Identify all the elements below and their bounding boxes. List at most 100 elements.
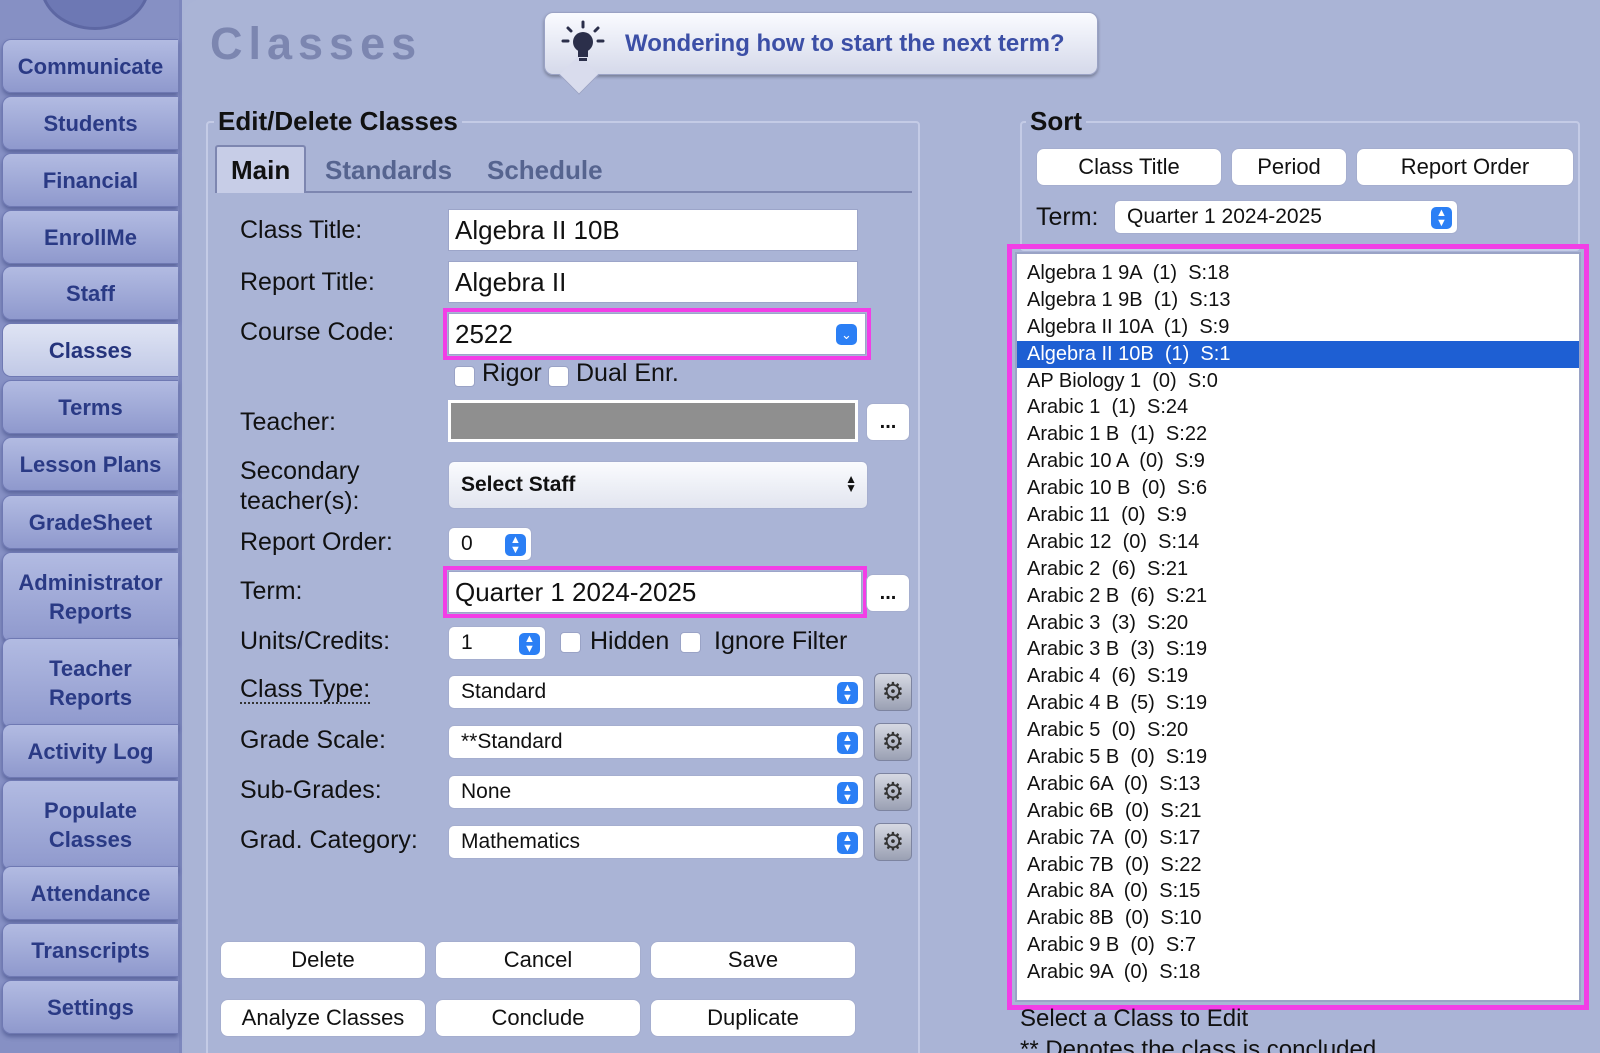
sidebar-item-classes[interactable]: Classes bbox=[2, 323, 178, 377]
list-item[interactable]: Arabic 10 B (0) S:6 bbox=[1017, 475, 1579, 502]
sidebar-item-populate-classes[interactable]: Populate Classes bbox=[2, 780, 178, 870]
list-item[interactable]: Arabic 7B (0) S:22 bbox=[1017, 852, 1579, 879]
class-type-label[interactable]: Class Type: bbox=[240, 676, 371, 704]
footer-hint: Select a Class to Edit bbox=[1020, 1005, 1249, 1032]
cancel-button[interactable]: Cancel bbox=[435, 941, 641, 979]
gear-icon[interactable]: ⚙ bbox=[874, 823, 912, 861]
list-item[interactable]: Arabic 7A (0) S:17 bbox=[1017, 825, 1579, 852]
sidebar-item-activity-log[interactable]: Activity Log bbox=[2, 724, 178, 778]
stepper-icon: ▲ ▼ bbox=[1431, 207, 1452, 229]
gear-icon[interactable]: ⚙ bbox=[874, 723, 912, 761]
list-item[interactable]: Arabic 8A (0) S:15 bbox=[1017, 878, 1579, 905]
tab-schedule[interactable]: Schedule bbox=[487, 147, 603, 193]
course-code-value: 2522 bbox=[455, 318, 513, 349]
sidebar-item-terms[interactable]: Terms bbox=[2, 380, 178, 434]
list-item[interactable]: Algebra II 10A (1) S:9 bbox=[1017, 314, 1579, 341]
sidebar-item-gradesheet[interactable]: GradeSheet bbox=[2, 495, 178, 549]
sidebar-item-attendance[interactable]: Attendance bbox=[2, 866, 178, 920]
sidebar-item-administrator-reports[interactable]: Administrator Reports bbox=[2, 552, 178, 642]
list-item[interactable]: Arabic 9A (0) S:18 bbox=[1017, 959, 1579, 986]
conclude-button[interactable]: Conclude bbox=[435, 999, 641, 1037]
units-label: Units/Credits: bbox=[240, 627, 391, 655]
gear-icon[interactable]: ⚙ bbox=[874, 773, 912, 811]
rigor-label: Rigor bbox=[482, 359, 542, 387]
analyze-classes-button[interactable]: Analyze Classes bbox=[220, 999, 426, 1037]
class-title-input[interactable]: Algebra II 10B bbox=[448, 209, 858, 251]
footer-note: ** Denotes the class is concluded bbox=[1020, 1036, 1377, 1053]
gear-icon[interactable]: ⚙ bbox=[874, 673, 912, 711]
list-item[interactable]: Arabic 2 B (6) S:21 bbox=[1017, 583, 1579, 610]
units-select[interactable]: 1 ▲ ▼ bbox=[448, 626, 546, 660]
list-item[interactable]: Arabic 6A (0) S:13 bbox=[1017, 771, 1579, 798]
term-picker-button[interactable]: ... bbox=[866, 574, 910, 612]
list-item[interactable]: Arabic 3 (3) S:20 bbox=[1017, 610, 1579, 637]
grad-category-select[interactable]: Mathematics ▲ ▼ bbox=[448, 825, 864, 859]
list-item[interactable]: Arabic 1 B (1) S:22 bbox=[1017, 421, 1579, 448]
sidebar-item-teacher-reports[interactable]: Teacher Reports bbox=[2, 638, 178, 728]
class-type-value: Standard bbox=[461, 680, 547, 703]
sidebar-item-transcripts[interactable]: Transcripts bbox=[2, 923, 178, 977]
tab-main[interactable]: Main bbox=[215, 145, 307, 193]
chevron-down-icon: ⌄ bbox=[836, 324, 857, 345]
list-item[interactable]: Algebra 1 9A (1) S:18 bbox=[1017, 260, 1579, 287]
term-field[interactable]: Quarter 1 2024-2025 bbox=[443, 566, 867, 618]
sidebar-item-settings[interactable]: Settings bbox=[2, 980, 178, 1034]
list-item[interactable]: Arabic 12 (0) S:14 bbox=[1017, 529, 1579, 556]
list-item[interactable]: Arabic 10 A (0) S:9 bbox=[1017, 448, 1579, 475]
tab-standards[interactable]: Standards bbox=[325, 147, 452, 193]
list-item[interactable]: Arabic 9 B (0) S:7 bbox=[1017, 932, 1579, 959]
page-title: Classes bbox=[210, 18, 423, 69]
class-title-label: Class Title: bbox=[240, 216, 363, 244]
list-item[interactable]: Arabic 5 (0) S:20 bbox=[1017, 717, 1579, 744]
sort-term-value: Quarter 1 2024-2025 bbox=[1127, 205, 1322, 228]
sidebar-item-financial[interactable]: Financial bbox=[2, 153, 178, 207]
stepper-icon: ▲ ▼ bbox=[837, 832, 858, 854]
ignore-filter-checkbox[interactable] bbox=[680, 632, 701, 653]
grade-scale-select[interactable]: **Standard ▲ ▼ bbox=[448, 725, 864, 759]
teacher-label: Teacher: bbox=[240, 408, 336, 436]
secondary-teacher-value: Select Staff bbox=[461, 473, 576, 496]
updown-icon: ▲ ▼ bbox=[845, 472, 857, 495]
list-item[interactable]: Algebra II 10B (1) S:1 bbox=[1017, 340, 1579, 368]
sort-period-button[interactable]: Period bbox=[1231, 148, 1347, 186]
course-code-select[interactable]: 2522 ⌄ bbox=[443, 308, 871, 360]
teacher-field[interactable] bbox=[448, 400, 858, 442]
duplicate-button[interactable]: Duplicate bbox=[650, 999, 856, 1037]
sidebar-item-enrollme[interactable]: EnrollMe bbox=[2, 210, 178, 264]
sidebar-item-lesson-plans[interactable]: Lesson Plans bbox=[2, 437, 178, 491]
list-item[interactable]: Arabic 6B (0) S:21 bbox=[1017, 798, 1579, 825]
list-item[interactable]: Arabic 2 (6) S:21 bbox=[1017, 556, 1579, 583]
save-button[interactable]: Save bbox=[650, 941, 856, 979]
sort-class-title-button[interactable]: Class Title bbox=[1036, 148, 1222, 186]
sort-term-select[interactable]: Quarter 1 2024-2025 ▲ ▼ bbox=[1114, 200, 1458, 234]
list-item[interactable]: Arabic 11 (0) S:9 bbox=[1017, 502, 1579, 529]
hidden-checkbox[interactable] bbox=[560, 632, 581, 653]
report-order-select[interactable]: 0 ▲ ▼ bbox=[448, 527, 532, 561]
list-item[interactable]: Arabic 3 B (3) S:19 bbox=[1017, 636, 1579, 663]
sidebar-item-staff[interactable]: Staff bbox=[2, 266, 178, 320]
sub-grades-select[interactable]: None ▲ ▼ bbox=[448, 775, 864, 809]
teacher-picker-button[interactable]: ... bbox=[866, 403, 910, 441]
sidebar-item-students[interactable]: Students bbox=[2, 96, 178, 150]
list-item[interactable]: Algebra 1 9B (1) S:13 bbox=[1017, 287, 1579, 314]
stepper-icon: ▲ ▼ bbox=[837, 682, 858, 704]
list-item[interactable]: Arabic 5 B (0) S:19 bbox=[1017, 744, 1579, 771]
report-title-input[interactable]: Algebra II bbox=[448, 261, 858, 303]
list-item[interactable]: AP Biology 1 (0) S:0 bbox=[1017, 368, 1579, 395]
sort-report-order-button[interactable]: Report Order bbox=[1356, 148, 1574, 186]
sidebar-item-communicate[interactable]: Communicate bbox=[2, 39, 178, 93]
edit-legend: Edit/Delete Classes bbox=[214, 106, 462, 137]
lightbulb-icon bbox=[561, 20, 605, 61]
delete-button[interactable]: Delete bbox=[220, 941, 426, 979]
list-item[interactable]: Arabic 1 (1) S:24 bbox=[1017, 394, 1579, 421]
list-item[interactable]: Arabic 4 B (5) S:19 bbox=[1017, 690, 1579, 717]
secondary-teacher-select[interactable]: Select Staff ▲ ▼ bbox=[448, 461, 868, 509]
list-item[interactable]: Arabic 4 (6) S:19 bbox=[1017, 663, 1579, 690]
grad-category-label: Grad. Category: bbox=[240, 826, 418, 854]
class-type-select[interactable]: Standard ▲ ▼ bbox=[448, 675, 864, 709]
rigor-checkbox[interactable] bbox=[454, 366, 475, 387]
tip-banner[interactable]: Wondering how to start the next term? bbox=[544, 12, 1098, 95]
list-item[interactable]: Arabic 8B (0) S:10 bbox=[1017, 905, 1579, 932]
dual-enr-checkbox[interactable] bbox=[548, 366, 569, 387]
class-list[interactable]: Algebra 1 9A (1) S:18 Algebra 1 9B (1) S:… bbox=[1007, 244, 1589, 1010]
